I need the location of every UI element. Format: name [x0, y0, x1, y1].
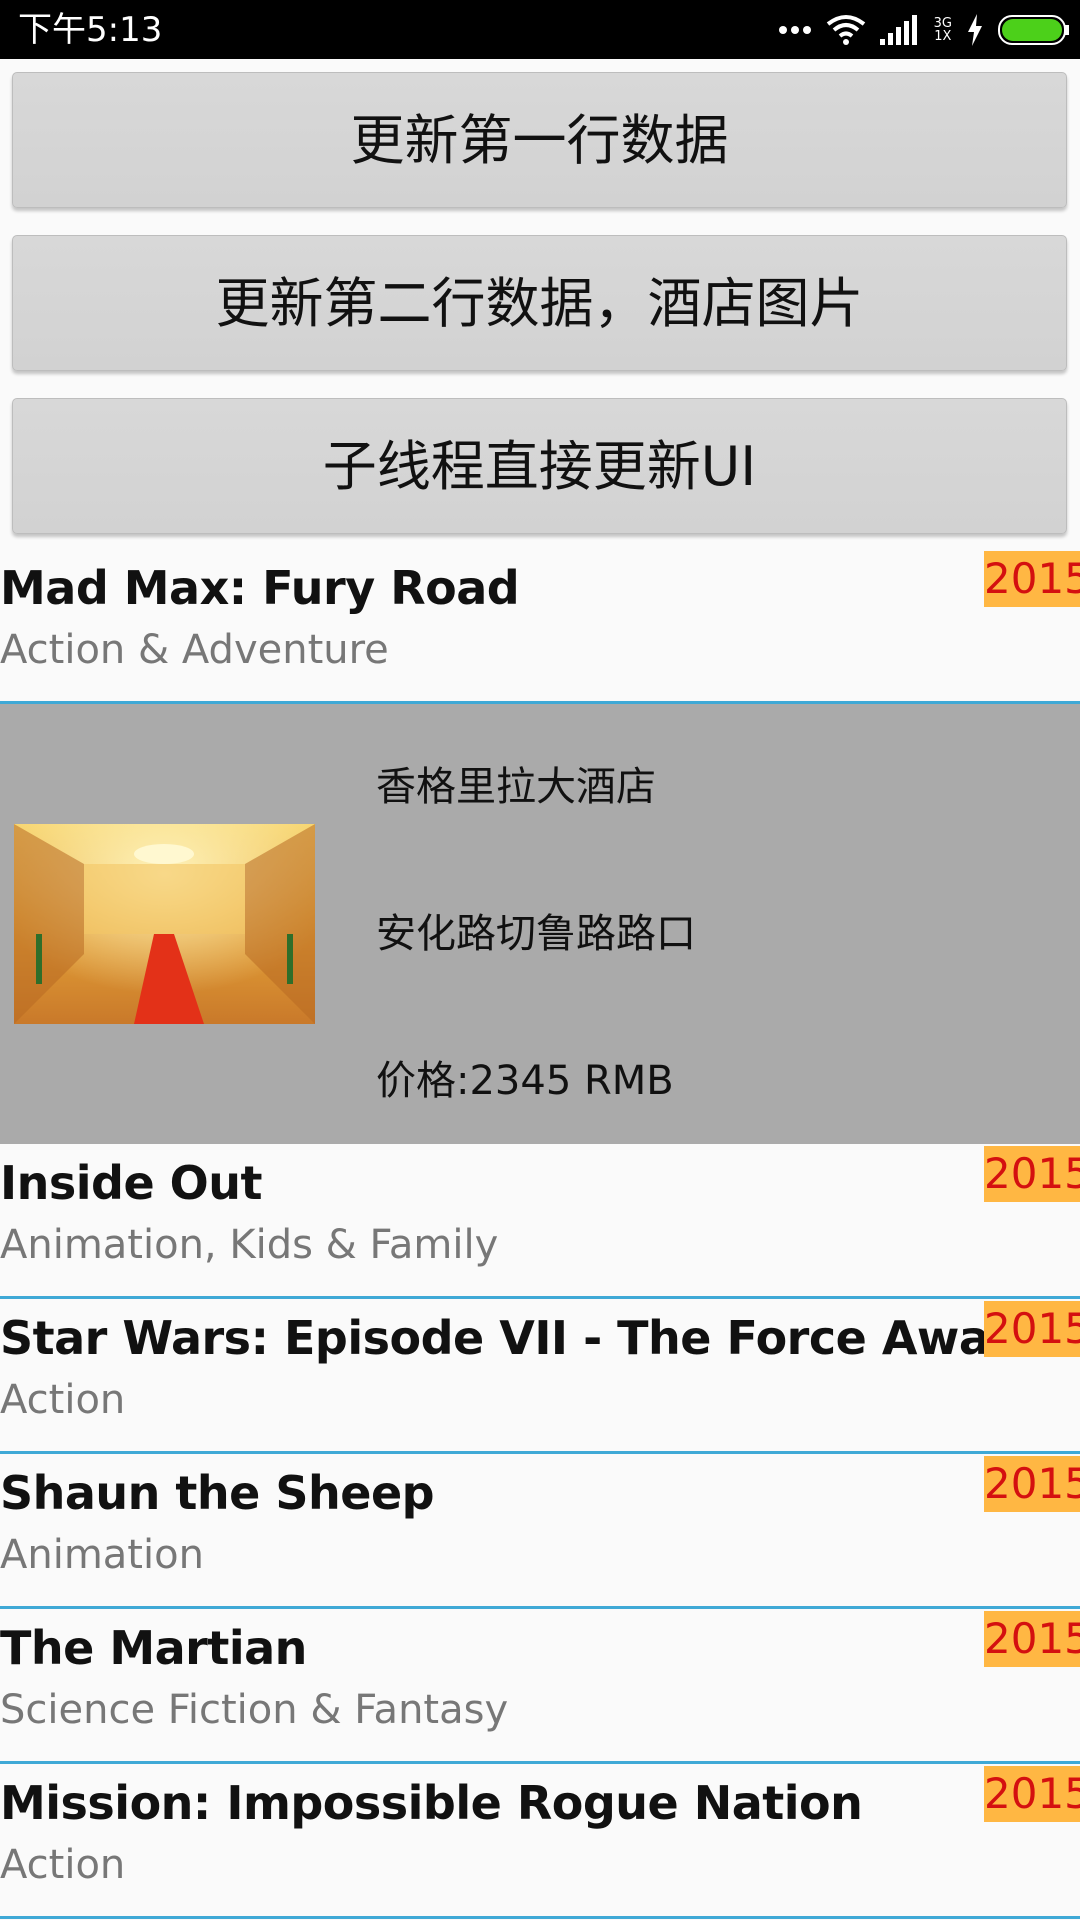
movie-title: The Martian	[0, 1621, 307, 1675]
hotel-list-item[interactable]: 香格里拉大酒店 安化路切鲁路路口 价格:2345 RMB	[0, 704, 1080, 1144]
update-first-row-button[interactable]: 更新第一行数据	[12, 72, 1067, 208]
list-item[interactable]: Mission: Impossible Rogue Nation Action …	[0, 1766, 1080, 1919]
movie-title: Inside Out	[0, 1156, 263, 1210]
list-item[interactable]: Shaun the Sheep Animation 2015	[0, 1456, 1080, 1609]
update-second-row-button[interactable]: 更新第二行数据，酒店图片	[12, 235, 1067, 371]
signal-icon	[879, 15, 917, 45]
movie-genre: Animation, Kids & Family	[0, 1222, 499, 1268]
thread-update-ui-button[interactable]: 子线程直接更新UI	[12, 398, 1067, 534]
list-item[interactable]: Inside Out Animation, Kids & Family 2015	[0, 1146, 1080, 1299]
network-type: 3G 1X	[934, 17, 952, 43]
movie-title: Mad Max: Fury Road	[0, 561, 520, 615]
movie-title: Star Wars: Episode VII - The Force Awake…	[0, 1311, 1080, 1365]
status-icons: 3G 1X	[778, 10, 1070, 50]
hotel-name: 香格里拉大酒店	[376, 764, 656, 810]
network-type-bottom: 1X	[934, 29, 952, 44]
wifi-icon	[826, 15, 865, 45]
movie-genre: Animation	[0, 1532, 204, 1578]
status-time: 下午5:13	[18, 10, 163, 50]
movie-genre: Action	[0, 1842, 126, 1888]
hotel-address: 安化路切鲁路路口	[376, 911, 696, 957]
list-item[interactable]: Star Wars: Episode VII - The Force Awake…	[0, 1301, 1080, 1454]
more-dots-icon	[778, 26, 811, 34]
movie-genre: Science Fiction & Fantasy	[0, 1687, 509, 1733]
hotel-price: 价格:2345 RMB	[376, 1058, 674, 1104]
movie-year: 2015	[984, 1611, 1080, 1667]
list-item[interactable]: Mad Max: Fury Road Action & Adventure 20…	[0, 551, 1080, 704]
hotel-image	[14, 824, 315, 1024]
movie-genre: Action & Adventure	[0, 627, 389, 673]
list-item[interactable]: The Martian Science Fiction & Fantasy 20…	[0, 1611, 1080, 1764]
movie-year: 2015	[984, 1301, 1080, 1357]
battery-icon	[998, 15, 1069, 45]
movie-year: 2015	[984, 1146, 1080, 1202]
movie-title: Mission: Impossible Rogue Nation	[0, 1776, 863, 1830]
status-bar: 下午5:13 3G 1X	[0, 0, 1080, 59]
movie-year: 2015	[984, 551, 1080, 607]
movie-title: Shaun the Sheep	[0, 1466, 435, 1520]
movie-year: 2015	[984, 1766, 1080, 1822]
movie-year: 2015	[984, 1456, 1080, 1512]
movie-genre: Action	[0, 1377, 126, 1423]
charging-icon	[968, 14, 982, 46]
